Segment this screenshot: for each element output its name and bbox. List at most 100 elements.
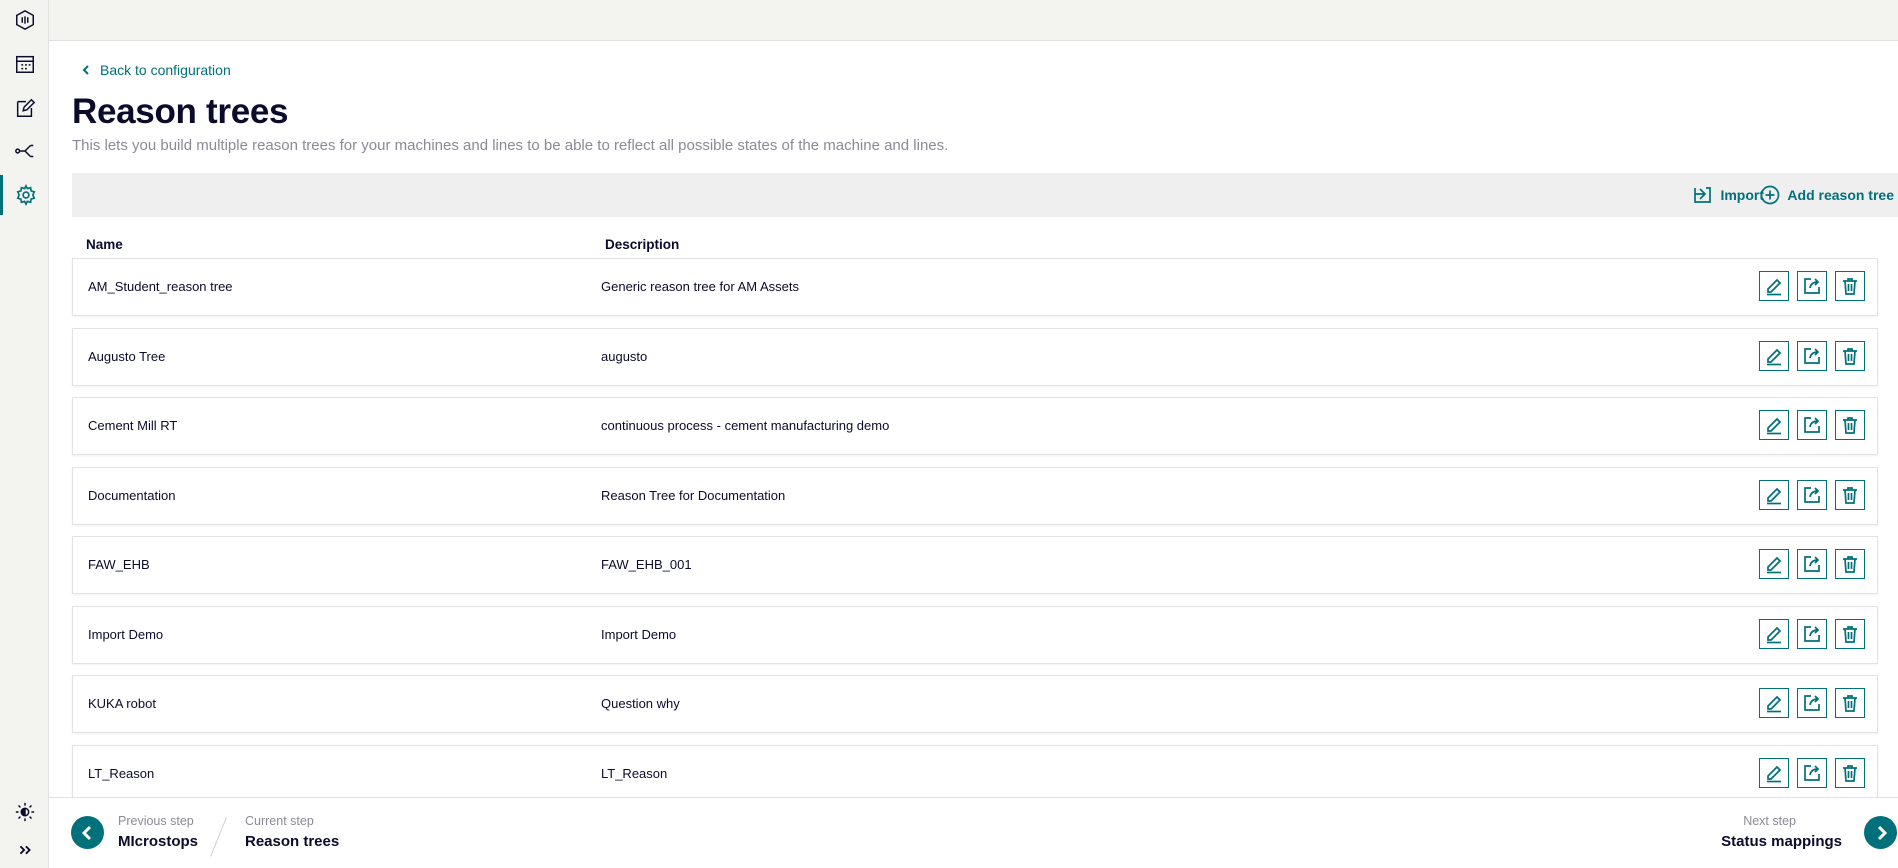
table-row[interactable]: Augusto Tree augusto: [72, 327, 1878, 386]
theme-toggle-icon: [15, 802, 34, 822]
row-actions: [1759, 688, 1865, 718]
row-actions: [1759, 618, 1865, 649]
export-icon: [1804, 347, 1820, 364]
reason-tree-list: AM_Student_reason tree Generic reason tre…: [72, 258, 1878, 814]
import-button[interactable]: Import: [1693, 173, 1764, 217]
table-row[interactable]: AM_Student_reason tree Generic reason tre…: [72, 258, 1878, 316]
table-row[interactable]: Cement Mill RT continuous process - cemen…: [72, 397, 1878, 455]
table-row[interactable]: KUKA robot Question why: [72, 675, 1878, 733]
delete-button[interactable]: [1835, 479, 1865, 510]
row-name: LT_Reason: [88, 765, 155, 781]
delete-button[interactable]: [1835, 618, 1865, 649]
export-button[interactable]: [1797, 479, 1827, 510]
import-label: Import: [1720, 187, 1764, 203]
table-row[interactable]: Documentation Reason Tree for Documentati…: [72, 466, 1878, 525]
edit-icon: [1767, 417, 1782, 435]
row-name: KUKA robot: [88, 696, 156, 711]
add-circle-icon: [1761, 185, 1780, 205]
calendar-nav-button[interactable]: [0, 44, 49, 84]
export-button[interactable]: [1797, 757, 1827, 788]
edit-icon: [1767, 348, 1782, 365]
row-actions: [1759, 479, 1865, 510]
next-step-button[interactable]: [1864, 816, 1897, 849]
next-step-value[interactable]: Status mappings: [1721, 833, 1842, 850]
settings-icon: [16, 184, 36, 206]
row-description: augusto: [601, 348, 648, 364]
trash-icon: [1843, 556, 1857, 573]
add-reason-tree-button[interactable]: Add reason tree: [1760, 173, 1894, 217]
table-toolbar: Import Add reason tree: [72, 173, 1898, 217]
previous-step-caption: Previous step: [118, 814, 194, 828]
delete-button[interactable]: [1835, 271, 1865, 301]
previous-step-button[interactable]: [71, 816, 104, 849]
edit-button[interactable]: [1759, 340, 1789, 371]
row-name: Documentation: [88, 487, 176, 503]
row-name: Augusto Tree: [88, 348, 166, 364]
back-to-configuration-link[interactable]: Back to configuration: [80, 62, 231, 78]
row-actions: [1759, 340, 1865, 371]
edit-button[interactable]: [1759, 271, 1789, 301]
export-button[interactable]: [1797, 340, 1827, 371]
step-navigation: Previous step MIcrostops Current step Re…: [49, 797, 1898, 868]
delete-button[interactable]: [1835, 340, 1865, 371]
row-name: AM_Student_reason tree: [88, 279, 233, 294]
export-button[interactable]: [1797, 549, 1827, 579]
row-description: Generic reason tree for AM Assets: [601, 279, 799, 294]
edit-note-icon: [16, 98, 35, 117]
delete-button[interactable]: [1835, 549, 1865, 579]
column-header-description[interactable]: Description: [605, 237, 679, 252]
edit-button[interactable]: [1759, 549, 1789, 579]
export-icon: [1804, 764, 1820, 781]
previous-step-value[interactable]: MIcrostops: [118, 833, 198, 850]
trash-icon: [1843, 486, 1857, 504]
table-row[interactable]: Import Demo Import Demo: [72, 605, 1878, 664]
export-icon: [1804, 417, 1820, 433]
hierarchy-icon: [14, 144, 33, 158]
hierarchy-nav-button[interactable]: [0, 131, 49, 171]
app-logo-button[interactable]: [0, 0, 49, 40]
calendar-icon: [15, 55, 34, 73]
current-step-value: Reason trees: [245, 833, 340, 850]
edit-icon: [1767, 765, 1782, 782]
trash-icon: [1843, 347, 1857, 365]
chevron-left-icon: [82, 65, 89, 75]
export-button[interactable]: [1797, 410, 1827, 440]
table-row[interactable]: FAW_EHB FAW_EHB_001: [72, 536, 1878, 594]
delete-button[interactable]: [1835, 688, 1865, 718]
trash-icon: [1843, 625, 1857, 643]
edit-button[interactable]: [1759, 618, 1789, 649]
edit-button[interactable]: [1759, 410, 1789, 440]
edit-icon: [1767, 556, 1782, 574]
trash-icon: [1843, 695, 1857, 712]
row-name: FAW_EHB: [88, 557, 150, 572]
export-button[interactable]: [1797, 688, 1827, 718]
export-icon: [1804, 486, 1820, 503]
export-button[interactable]: [1797, 271, 1827, 301]
row-description: Reason Tree for Documentation: [601, 487, 786, 503]
back-link-label: Back to configuration: [100, 62, 231, 78]
sidebar-nav: [0, 0, 49, 868]
edit-icon: [1767, 278, 1782, 296]
trash-icon: [1843, 417, 1857, 434]
trash-icon: [1843, 278, 1857, 295]
theme-toggle-button[interactable]: [0, 792, 49, 832]
settings-nav-button[interactable]: [0, 175, 49, 215]
expand-icon: [19, 845, 31, 855]
page-subtitle: This lets you build multiple reason tree…: [72, 137, 949, 154]
export-icon: [1804, 278, 1820, 294]
export-button[interactable]: [1797, 618, 1827, 649]
current-step-caption: Current step: [245, 814, 314, 828]
expand-sidebar-button[interactable]: [0, 830, 49, 868]
delete-button[interactable]: [1835, 757, 1865, 788]
row-name: Import Demo: [88, 626, 164, 642]
edit-button[interactable]: [1759, 479, 1789, 510]
edit-button[interactable]: [1759, 688, 1789, 718]
table-row[interactable]: LT_Reason LT_Reason: [72, 744, 1878, 803]
edit-button[interactable]: [1759, 757, 1789, 788]
step-divider: [210, 817, 227, 857]
app-logo-icon: [15, 9, 34, 31]
edit-nav-button[interactable]: [0, 88, 49, 128]
delete-button[interactable]: [1835, 410, 1865, 440]
column-header-name[interactable]: Name: [86, 237, 123, 252]
trash-icon: [1843, 764, 1857, 782]
